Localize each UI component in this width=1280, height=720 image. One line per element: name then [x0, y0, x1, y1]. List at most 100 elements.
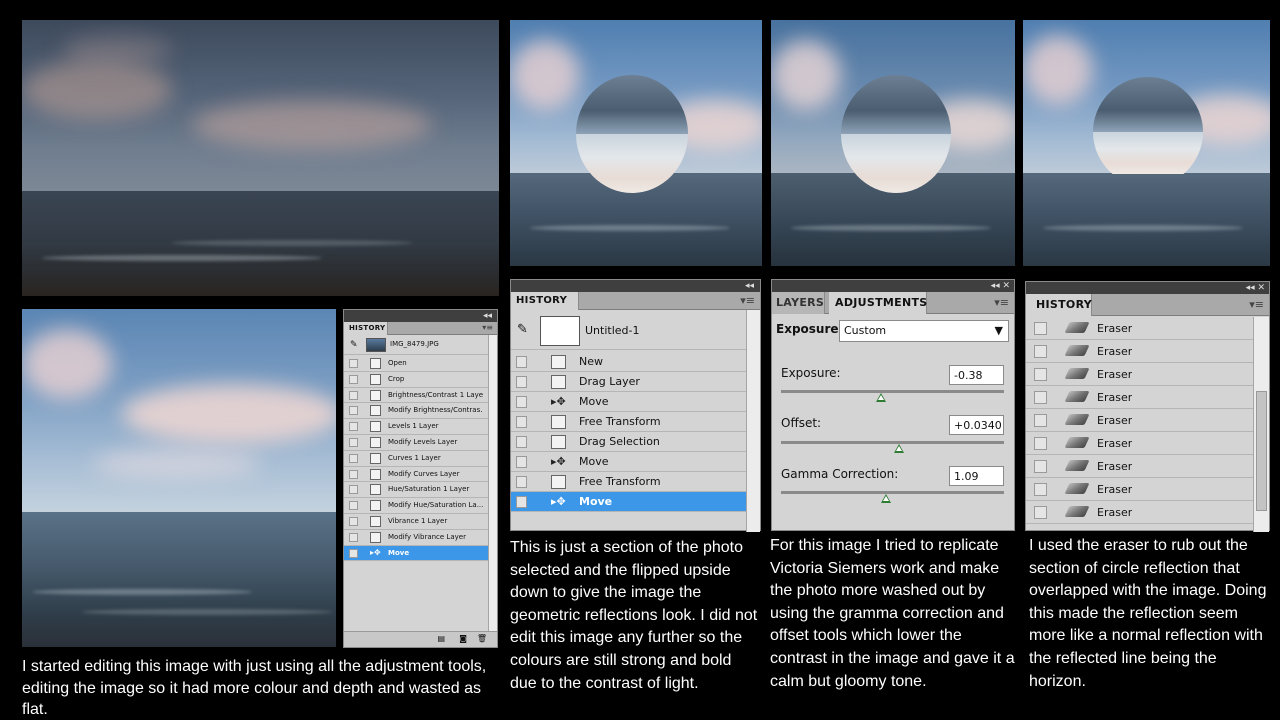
history-brush-checkbox[interactable]: [349, 359, 358, 368]
exposure-slider-handle[interactable]: [876, 393, 887, 402]
exposure-slider[interactable]: [781, 390, 1004, 393]
history-brush-checkbox[interactable]: [349, 438, 358, 447]
trash-icon[interactable]: 🗑: [477, 634, 487, 643]
snapshot-row[interactable]: ✎ IMG_8479.JPG: [344, 335, 497, 355]
history-step[interactable]: ▸✥ Move: [344, 545, 488, 562]
history-brush-checkbox[interactable]: [516, 436, 527, 448]
history-step[interactable]: Eraser: [1026, 478, 1253, 501]
history-step-label: Curves 1 Layer: [388, 453, 441, 462]
history-step[interactable]: Eraser: [1026, 409, 1253, 432]
new-document-icon[interactable]: ▤: [437, 634, 445, 643]
collapse-icon[interactable]: ◂◂ ✕: [1246, 282, 1265, 294]
history-brush-checkbox[interactable]: [349, 469, 358, 479]
history-step[interactable]: Hue/Saturation 1 Layer: [344, 482, 488, 499]
new-snapshot-icon[interactable]: ◙: [459, 634, 467, 643]
history-brush-checkbox[interactable]: [349, 532, 358, 542]
history-step[interactable]: Free Transform: [511, 472, 746, 492]
history-brush-checkbox[interactable]: [516, 476, 527, 488]
panel-menu-icon[interactable]: ▾≡: [482, 323, 493, 332]
history-brush-checkbox[interactable]: [1034, 368, 1047, 381]
history-brush-checkbox[interactable]: [1034, 414, 1047, 427]
history-step[interactable]: Modify Hue/Saturation La...: [344, 498, 488, 514]
gamma-slider-handle[interactable]: [880, 494, 891, 503]
tab-history[interactable]: HISTORY: [1026, 294, 1092, 316]
history-step[interactable]: Brightness/Contrast 1 Layer: [344, 388, 488, 404]
history-brush-checkbox[interactable]: [1034, 322, 1047, 335]
history-brush-checkbox[interactable]: [1034, 345, 1047, 358]
collapse-icon[interactable]: ◂◂ ✕: [991, 280, 1010, 292]
history-step[interactable]: Modify Levels Layer: [344, 435, 488, 451]
history-step[interactable]: Eraser: [1026, 317, 1253, 340]
history-step[interactable]: Modify Vibrance Layer: [344, 530, 488, 546]
history-brush-checkbox[interactable]: [349, 406, 358, 416]
snapshot-thumbnail: [540, 316, 580, 346]
history-scrollbar[interactable]: [746, 310, 760, 532]
offset-slider-handle[interactable]: [894, 444, 905, 453]
history-step[interactable]: Eraser: [1026, 363, 1253, 386]
history-step[interactable]: ▸✥ Move: [511, 492, 746, 512]
history-brush-checkbox[interactable]: [1034, 483, 1047, 496]
eraser-icon: [1064, 506, 1090, 517]
panel-menu-icon[interactable]: ▾≡: [994, 296, 1009, 309]
offset-input[interactable]: +0.0340: [949, 415, 1004, 435]
history-step[interactable]: Eraser: [1026, 432, 1253, 455]
history-step[interactable]: Curves 1 Layer: [344, 451, 488, 467]
history-step[interactable]: Modify Brightness/Contras...: [344, 403, 488, 420]
history-step[interactable]: Modify Curves Layer: [344, 467, 488, 483]
history-step[interactable]: Eraser: [1026, 386, 1253, 409]
collapse-icon[interactable]: ◂◂: [483, 310, 492, 322]
panel-menu-icon[interactable]: ▾≡: [1249, 298, 1264, 311]
preset-select[interactable]: Custom ▼: [839, 320, 1009, 342]
tab-history[interactable]: HISTORY: [511, 292, 579, 310]
history-step[interactable]: Crop: [344, 372, 488, 388]
history-step[interactable]: ▸✥ Move: [511, 452, 746, 472]
history-brush-checkbox[interactable]: [349, 374, 358, 384]
history-brush-checkbox[interactable]: [1034, 391, 1047, 404]
history-brush-checkbox[interactable]: [349, 422, 358, 432]
tab-history[interactable]: HISTORY: [344, 322, 388, 335]
snapshot-row[interactable]: ✎ Untitled-1: [511, 310, 760, 350]
exposure-input[interactable]: -0.38: [949, 365, 1004, 385]
history-step[interactable]: Free Transform: [511, 412, 746, 432]
panel-menu-icon[interactable]: ▾≡: [740, 294, 755, 307]
history-brush-checkbox[interactable]: [516, 496, 527, 508]
history-scrollbar[interactable]: [1253, 317, 1269, 532]
history-brush-checkbox[interactable]: [516, 376, 527, 388]
history-brush-checkbox[interactable]: [349, 548, 358, 558]
gamma-slider[interactable]: [781, 491, 1004, 494]
history-step[interactable]: Vibrance 1 Layer: [344, 514, 488, 530]
brush-source-icon[interactable]: ✎: [350, 340, 358, 350]
gamma-input[interactable]: 1.09: [949, 466, 1004, 486]
brush-source-icon[interactable]: ✎: [517, 322, 528, 337]
offset-slider[interactable]: [781, 441, 1004, 444]
collapse-icon[interactable]: ◂◂: [745, 280, 754, 292]
history-step-label: Eraser: [1097, 322, 1133, 335]
history-brush-checkbox[interactable]: [516, 396, 527, 408]
history-brush-checkbox[interactable]: [516, 356, 527, 368]
history-step[interactable]: Levels 1 Layer: [344, 419, 488, 435]
history-brush-checkbox[interactable]: [516, 416, 527, 428]
history-brush-checkbox[interactable]: [1034, 437, 1047, 450]
history-brush-checkbox[interactable]: [1034, 460, 1047, 473]
history-step[interactable]: Eraser: [1026, 501, 1253, 524]
history-step-label: Levels 1 Layer: [388, 422, 439, 431]
history-brush-checkbox[interactable]: [1034, 506, 1047, 519]
history-brush-checkbox[interactable]: [349, 517, 358, 526]
history-scrollbar[interactable]: [488, 335, 497, 632]
history-brush-checkbox[interactable]: [349, 485, 358, 495]
history-step[interactable]: Drag Selection: [511, 432, 746, 452]
tab-adjustments[interactable]: ADJUSTMENTS: [829, 292, 927, 314]
tab-layers[interactable]: LAYERS: [772, 292, 825, 314]
history-step[interactable]: New: [511, 352, 746, 372]
scrollbar-thumb[interactable]: [1256, 391, 1267, 511]
history-step[interactable]: Drag Layer: [511, 372, 746, 392]
history-brush-checkbox[interactable]: [516, 456, 527, 468]
history-brush-checkbox[interactable]: [349, 390, 358, 400]
washed-out-photo: [771, 20, 1015, 266]
history-brush-checkbox[interactable]: [349, 453, 358, 463]
history-brush-checkbox[interactable]: [349, 501, 358, 511]
history-step[interactable]: Eraser: [1026, 455, 1253, 478]
history-step[interactable]: Open: [344, 356, 488, 372]
history-step[interactable]: ▸✥ Move: [511, 392, 746, 412]
history-step[interactable]: Eraser: [1026, 340, 1253, 363]
